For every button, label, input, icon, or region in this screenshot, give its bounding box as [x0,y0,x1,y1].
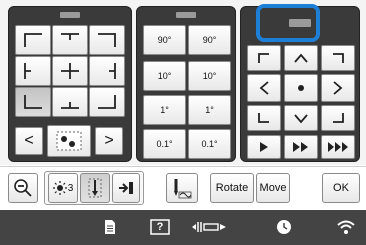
align-top-center-icon [61,33,79,40]
align-middle-left-icon [24,63,31,79]
help-icon[interactable]: ? [150,219,170,238]
rotate-label: 1° [205,105,214,115]
panel-handle [60,12,80,18]
chevron-up-icon [294,53,308,63]
alignment-panel: < > [8,6,132,162]
chevron-right-icon: > [104,132,114,149]
rotate-ccw-90-button[interactable]: 90° [143,25,186,55]
move-center-button[interactable] [284,74,318,102]
align-mode-icon [56,131,82,151]
ok-label: OK [333,182,349,194]
rotate-label: 10° [202,71,217,81]
align-top-right-icon [98,33,116,47]
sun-icon [52,181,67,195]
status-bar: ? [0,210,366,245]
next-button[interactable]: > [95,127,123,155]
highlight-callout [256,4,320,42]
bottom-toolbar: 3 Rotate Move OK [0,166,366,210]
rotate-button[interactable]: Rotate [210,173,254,203]
align-top-left-button[interactable] [15,25,51,55]
rotate-ccw-0-1-button[interactable]: 0.1° [143,129,186,159]
editing-area: < > 90° 90° 10° 10° 1° 1° 0.1° 0.1° [0,0,366,165]
embroidery-view-button[interactable] [166,173,198,203]
brightness-button[interactable]: 3 [48,173,78,203]
chevron-right-icon [333,81,343,95]
fast-forward-icon [293,142,308,152]
clock-icon[interactable] [276,219,292,238]
align-bottom-left-button[interactable] [15,87,51,117]
help-text: ? [156,221,164,233]
faster-forward-icon [328,142,348,152]
rotate-cw-1-button[interactable]: 1° [188,95,231,125]
rotate-label: Rotate [215,182,249,194]
embroidery-pen-icon [174,179,192,199]
screen: < > 90° 90° 10° 10° 1° 1° 0.1° 0.1° 3 Ro… [0,0,366,245]
needle-icon [88,178,102,198]
align-bottom-left-icon [24,95,42,109]
align-bottom-right-icon [98,95,116,109]
rotate-label: 90° [202,35,217,45]
align-middle-right-icon [109,63,116,79]
rotate-cw-90-button[interactable]: 90° [188,25,231,55]
magnifier-minus-icon [14,179,32,197]
rotate-ccw-10-button[interactable]: 10° [143,61,186,91]
corner-down-left-icon [258,113,269,123]
chevron-down-icon [294,114,308,124]
move-up-left-button[interactable] [247,45,281,71]
rotate-panel: 90° 90° 10° 10° 1° 1° 0.1° 0.1° [136,6,236,162]
align-top-center-button[interactable] [52,25,88,55]
fast-forward-button[interactable] [284,135,318,159]
frame-move-button[interactable] [112,173,140,203]
chevron-left-icon: < [24,132,34,149]
align-bottom-center-button[interactable] [52,87,88,117]
rotate-cw-0-1-button[interactable]: 0.1° [188,129,231,159]
rotate-label: 10° [157,71,172,81]
move-right-button[interactable] [321,74,355,102]
move-label: Move [259,182,287,194]
rotate-ccw-1-button[interactable]: 1° [143,95,186,125]
move-up-right-button[interactable] [321,45,355,71]
align-center-button[interactable] [52,56,88,86]
move-up-button[interactable] [284,45,318,71]
corner-down-right-icon [333,113,344,123]
align-top-left-icon [24,33,42,47]
document-icon[interactable] [104,219,116,238]
move-down-right-button[interactable] [321,105,355,131]
align-bottom-right-button[interactable] [89,87,125,117]
move-down-button[interactable] [284,105,318,131]
align-top-right-button[interactable] [89,25,125,55]
align-middle-left-button[interactable] [15,56,51,86]
center-dot-icon [298,85,304,91]
arrow-to-frame-icon [119,182,133,194]
panel-handle [176,12,196,18]
align-middle-right-button[interactable] [89,56,125,86]
rotate-label: 1° [160,105,169,115]
chevron-left-icon [259,81,269,95]
ok-button[interactable]: OK [322,173,360,203]
wifi-icon[interactable] [336,219,356,238]
move-button[interactable]: Move [256,173,290,203]
brightness-value: 3 [67,182,74,194]
align-mode-button[interactable] [47,125,91,157]
align-center-icon [61,63,79,79]
needle-position-icon[interactable] [190,219,230,238]
corner-up-right-icon [333,53,344,63]
play-icon [260,142,268,152]
rotate-label: 0.1° [201,139,218,149]
needle-view-button[interactable] [80,173,110,203]
move-down-left-button[interactable] [247,105,281,131]
corner-up-left-icon [258,53,269,63]
faster-forward-button[interactable] [321,135,355,159]
prev-button[interactable]: < [15,127,43,155]
rotate-label: 0.1° [156,139,173,149]
rotate-label: 90° [157,35,172,45]
zoom-out-button[interactable] [8,173,38,203]
move-left-button[interactable] [247,74,281,102]
play-button[interactable] [247,135,281,159]
align-bottom-center-icon [61,102,79,109]
rotate-cw-10-button[interactable]: 10° [188,61,231,91]
